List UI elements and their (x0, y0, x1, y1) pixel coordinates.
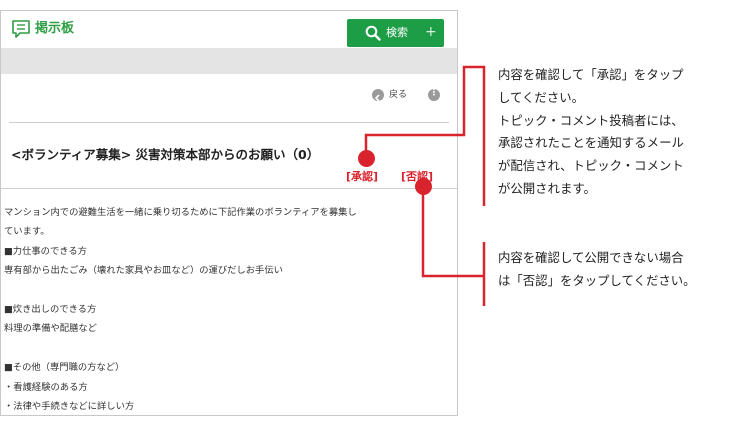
bulletin-board-icon (12, 20, 30, 38)
body-line: ■炊き出しのできる方 (4, 303, 97, 315)
note-line: してください。 (498, 89, 584, 105)
body-line (4, 281, 452, 300)
body-line (4, 339, 452, 358)
body-line: ■その他（専門職の方など） (4, 362, 125, 374)
note-line: は「否認」をタップしてください。 (498, 272, 696, 288)
divider (9, 122, 449, 123)
back-link[interactable]: 戻る (389, 88, 407, 102)
more-glyph: ⋮ (429, 88, 439, 98)
more-icon[interactable]: ⋮ (428, 88, 440, 101)
body-line: 専有部から出たごみ（壊れた家具やお皿など）の運びだしお手伝い (4, 265, 283, 277)
back-arrow-icon[interactable] (372, 89, 384, 102)
expand-plus-icon: + (425, 24, 437, 40)
app-header: 掲示板 検索 + (1, 11, 457, 48)
search-label: 検索 (386, 26, 408, 39)
note-line: トピック・コメント投稿者には、 (498, 112, 684, 128)
approve-marker (358, 150, 375, 167)
body-line: ています。 (4, 226, 50, 238)
body-line: ■力仕事のできる方 (4, 245, 87, 257)
body-line: ・看護経験のある方 (4, 381, 88, 393)
note-line: 承認されたことを通知するメール (498, 135, 684, 151)
approve-button[interactable]: [承認] (346, 169, 378, 185)
app-screen: 掲示板 検索 + 戻る ⋮ <ボランティア募集> 災害対策本部からのお願い（0）… (0, 10, 458, 416)
post-title: <ボランティア募集> 災害対策本部からのお願い（0） (11, 147, 320, 162)
search-icon (365, 25, 381, 41)
note-line: が配信され、トピック・コメント (498, 158, 684, 174)
page-title: 掲示板 (35, 21, 75, 36)
body-line: マンション内での避難生活を一緒に乗り切るために下記作業のボランティアを募集し (4, 207, 357, 218)
post-body: マンション内での避難生活を一緒に乗り切るために下記作業のボランティアを募集し て… (4, 203, 452, 415)
search-button[interactable]: 検索 + (347, 19, 444, 47)
body-line: 料理の準備や配膳など (4, 323, 97, 335)
body-line: ・法律や手続きなどに詳しい方 (4, 400, 135, 412)
note-line: 内容を確認して公開できない場合 (498, 250, 684, 265)
note-line: が公開されます。 (498, 180, 596, 196)
approve-instruction: 内容を確認して「承認」をタップ してください。 トピック・コメント投稿者には、 … (498, 64, 684, 201)
note-line: 内容を確認して「承認」をタップ (498, 67, 684, 82)
reject-instruction: 内容を確認して公開できない場合 は「否認」をタップしてください。 (498, 247, 696, 293)
reject-marker (415, 178, 432, 195)
toolbar-band (1, 48, 457, 74)
divider (1, 188, 457, 189)
